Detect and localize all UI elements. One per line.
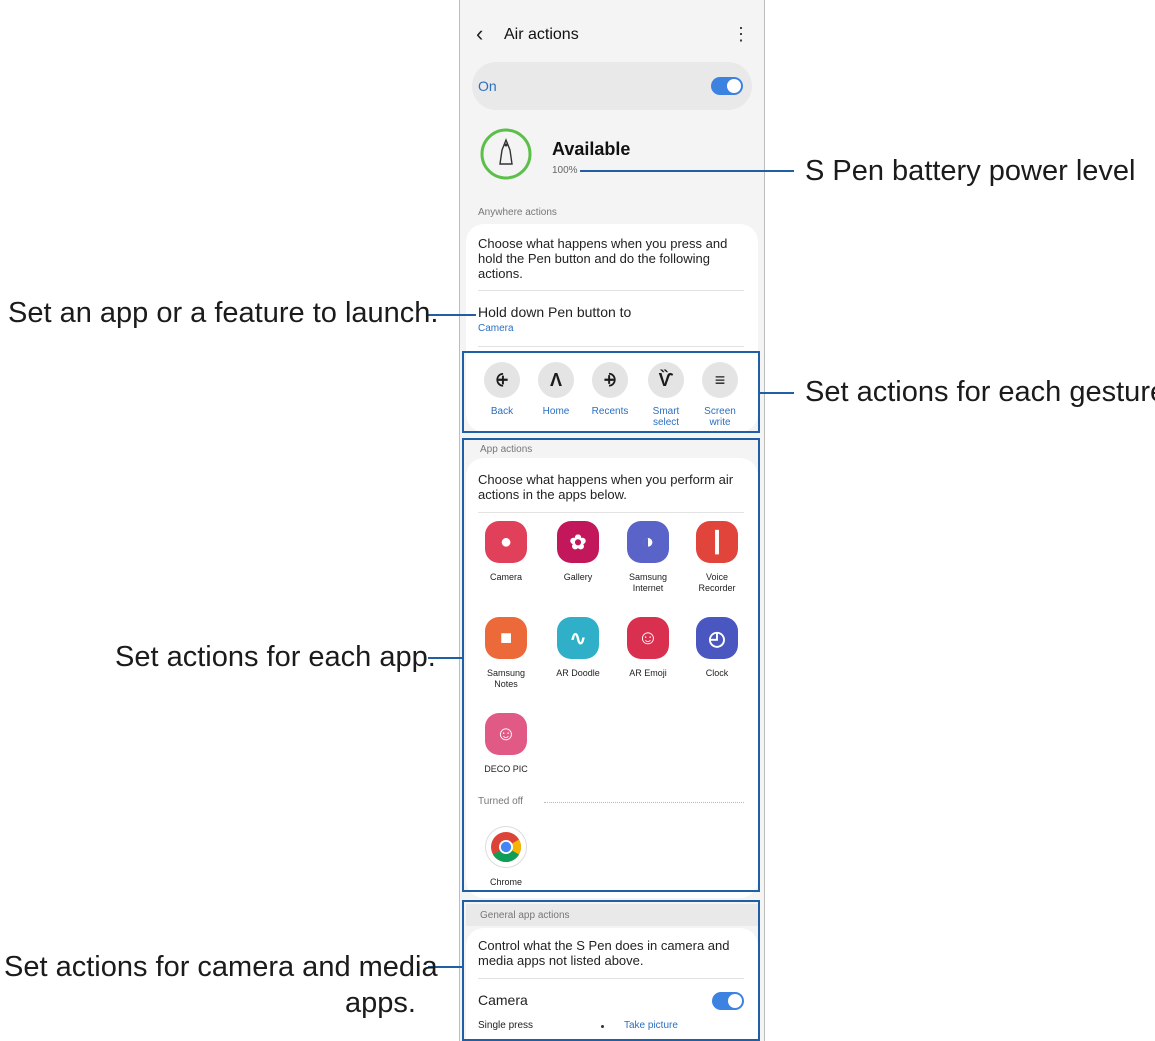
chevron-left-icon: ‹ [476,21,484,46]
general-section-label: General app actions [480,910,570,921]
callout-line-gesture [760,392,794,394]
master-toggle-label: On [478,78,497,94]
divider [478,290,744,291]
gesture-smart-select-label: Smart select [652,406,680,428]
more-options-button[interactable]: ⋮ [732,24,750,44]
turned-off-divider [544,802,744,803]
gesture-home-label: Home [542,406,570,417]
samsung-internet-icon: ◑ [627,521,669,563]
gesture-smart-select-icon[interactable]: Ѷ [648,362,684,398]
chrome-icon [485,826,527,868]
app-samsung-internet[interactable]: ◑ Samsung Internet [613,521,683,594]
app-label: Gallery [563,572,593,582]
callout-line-battery [580,170,794,172]
bullet-dot [601,1025,604,1028]
general-camera-label: Camera [478,992,528,1008]
callout-camera-media-2: apps. [345,987,416,1019]
general-card: Control what the S Pen does in camera an… [466,928,758,1041]
chrome-logo [491,832,522,863]
gesture-recents-icon[interactable]: ⨮ [592,362,628,398]
hold-pen-value: Camera [478,323,514,334]
gallery-icon: ✿ [557,521,599,563]
camera-icon: ● [485,521,527,563]
app-voice-recorder[interactable]: ┃ Voice Recorder [682,521,752,594]
app-clock[interactable]: ◴ Clock [682,617,752,679]
samsung-notes-icon: ■ [485,617,527,659]
deco-pic-icon: ☺ [485,713,527,755]
app-gallery[interactable]: ✿ Gallery [543,521,613,583]
gesture-screen-write-label: Screen write [704,406,736,428]
s-pen-icon [480,128,532,180]
app-camera[interactable]: ● Camera [471,521,541,583]
app-label: Samsung Internet [628,572,668,593]
general-description: Control what the S Pen does in camera an… [478,938,730,968]
app-label: Samsung Notes [486,668,526,689]
callout-battery: S Pen battery power level [805,155,1136,187]
callout-each-app: Set actions for each app. [115,641,436,673]
single-press-value[interactable]: Take picture [624,1020,678,1031]
general-section-header: General app actions [466,904,758,926]
hold-pen-button-row[interactable]: Hold down Pen button to Camera [478,304,744,338]
callout-gesture: Set actions for each gesture. [805,376,1155,408]
app-label: Voice Recorder [698,572,736,593]
back-button[interactable]: ‹ [476,22,500,46]
turned-off-label: Turned off [478,796,524,807]
app-label: AR Emoji [629,668,667,678]
gesture-recents-label: Recents [591,406,629,417]
app-ar-emoji[interactable]: ☺ AR Emoji [613,617,683,679]
anywhere-description: Choose what happens when you press and h… [478,236,728,281]
hold-pen-title: Hold down Pen button to [478,304,632,320]
clock-icon: ◴ [696,617,738,659]
gesture-screen-write-icon[interactable]: ≡ [702,362,738,398]
app-label: AR Doodle [556,668,600,678]
anywhere-section-label: Anywhere actions [478,207,557,218]
gesture-back-icon[interactable]: ⨭ [484,362,520,398]
app-label: Chrome [489,877,522,887]
voice-recorder-icon: ┃ [696,521,738,563]
battery-level: 100% [552,165,578,176]
general-camera-toggle[interactable] [712,992,744,1010]
app-actions-section-label: App actions [480,444,533,455]
app-ar-doodle[interactable]: ∿ AR Doodle [543,617,613,679]
app-actions-description: Choose what happens when you perform air… [478,472,734,502]
single-press-label: Single press [478,1020,534,1031]
master-toggle-row[interactable]: On [472,62,752,110]
more-vert-icon: ⋮ [732,24,750,44]
app-samsung-notes[interactable]: ■ Samsung Notes [471,617,541,690]
app-chrome[interactable]: Chrome [471,826,541,888]
battery-ring [478,126,534,182]
app-label: DECO PIC [484,764,528,774]
ar-doodle-icon: ∿ [557,617,599,659]
phone-screen: ‹ Air actions ⋮ On Available 100% Anywhe… [459,0,765,1041]
master-toggle-switch[interactable] [711,77,743,95]
divider [478,512,744,513]
ar-emoji-icon: ☺ [627,617,669,659]
battery-status: Available [552,139,631,159]
callout-camera-media-1: Set actions for camera and media [4,951,438,983]
page-title: Air actions [504,26,579,43]
gesture-back-label: Back [490,406,514,417]
app-label: Clock [705,668,729,678]
callout-launch: Set an app or a feature to launch. [8,297,439,329]
gesture-home-icon[interactable]: Λ [538,362,574,398]
divider [478,978,744,979]
divider [478,346,744,347]
app-deco-pic[interactable]: ☺ DECO PIC [471,713,541,775]
app-label: Camera [489,572,522,582]
anywhere-card: Choose what happens when you press and h… [466,224,758,432]
